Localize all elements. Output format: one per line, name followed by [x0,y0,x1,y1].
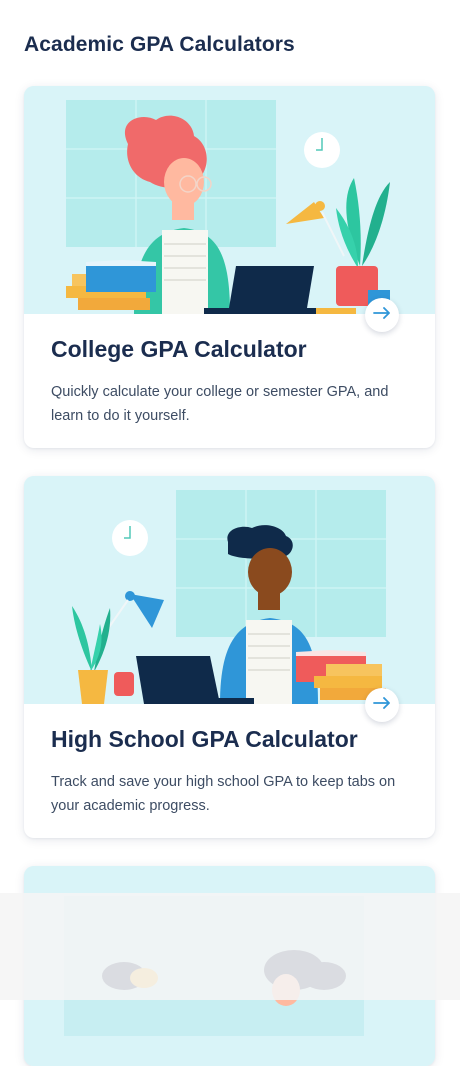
page-title: Academic GPA Calculators [24,33,295,56]
arrow-right-icon [373,306,391,324]
open-college-calculator-button[interactable] [365,298,399,332]
high-school-illustration [24,476,435,704]
arrow-right-icon [373,696,391,714]
card-title[interactable]: High School GPA Calculator [51,726,358,753]
card-title[interactable]: College GPA Calculator [51,336,307,363]
college-illustration [24,86,435,314]
bottom-fade-overlay [0,893,460,1000]
card-description: Track and save your high school GPA to k… [51,774,396,814]
college-gpa-card[interactable]: College GPA Calculator Quickly calculate… [24,86,435,448]
high-school-gpa-card[interactable]: High School GPA Calculator Track and sav… [24,476,435,838]
open-high-school-calculator-button[interactable] [365,688,399,722]
card-description: Quickly calculate your college or semest… [51,384,389,424]
